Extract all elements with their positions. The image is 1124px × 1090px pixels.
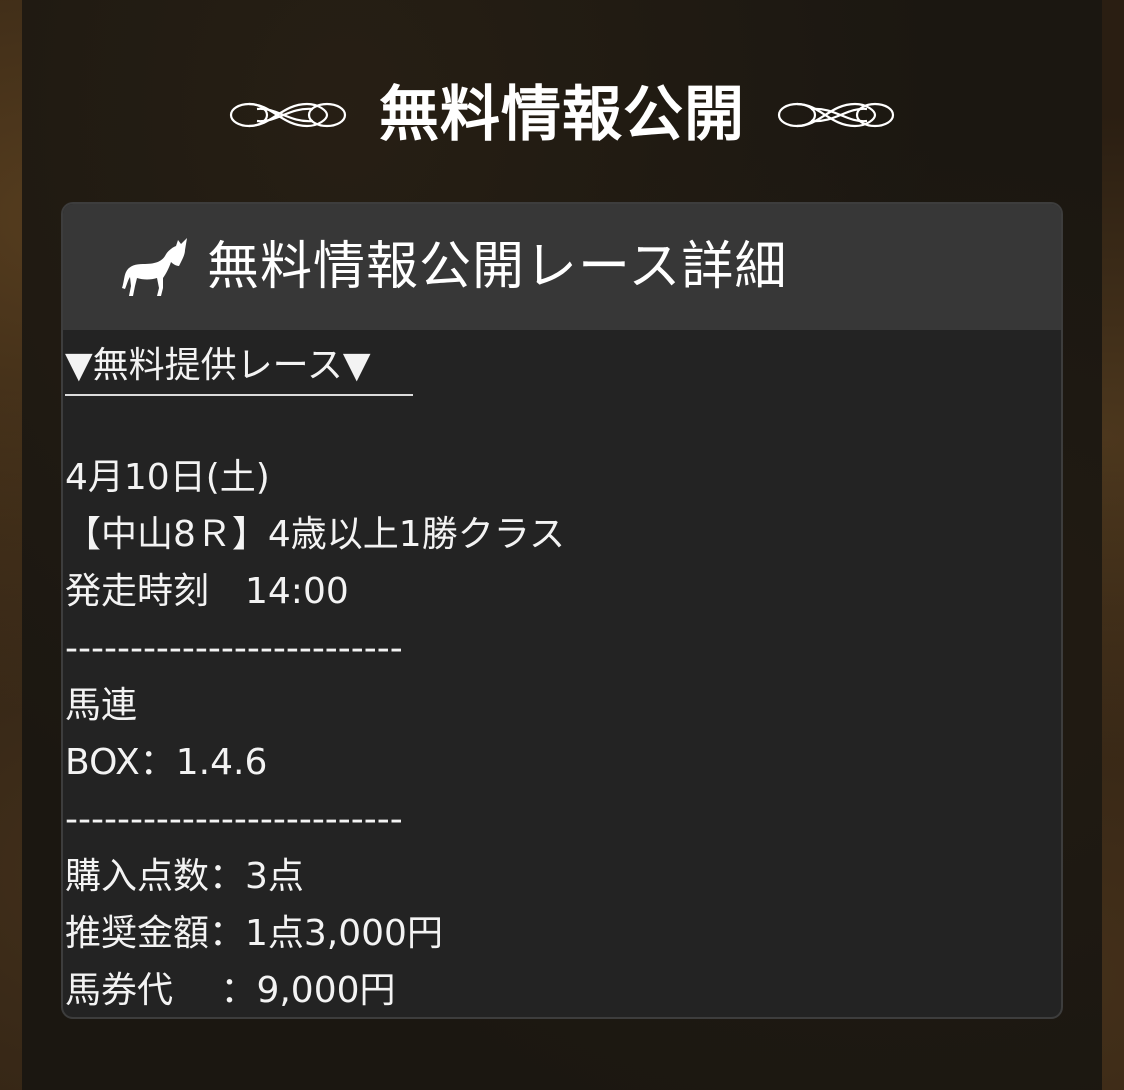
- purchase-points: 購入点数：3点: [65, 856, 304, 897]
- separator-line: --------------------------: [65, 628, 403, 669]
- card-header: 無料情報公開レース詳細: [63, 204, 1061, 330]
- free-race-heading: ▼無料提供レース▼: [65, 338, 413, 396]
- bet-type: 馬連: [65, 685, 138, 726]
- race-date: 4月10日(土): [65, 457, 270, 498]
- left-ornament-icon: [229, 102, 347, 128]
- ticket-cost: 馬券代 ：9,000円: [65, 970, 396, 1011]
- recommended-amount: 推奨金額：1点3,000円: [65, 913, 443, 954]
- box-selection: BOX：1.4.6: [65, 742, 268, 783]
- race-detail-card: 無料情報公開レース詳細 ▼無料提供レース▼ 4月10日(土) 【中山8Ｒ】4歳以…: [61, 202, 1063, 1019]
- card-body: ▼無料提供レース▼ 4月10日(土) 【中山8Ｒ】4歳以上1勝クラス 発走時刻 …: [63, 330, 1061, 1017]
- race-name: 【中山8Ｒ】4歳以上1勝クラス: [65, 514, 565, 555]
- right-ornament-icon: [777, 102, 895, 128]
- section-heading-title: 無料情報公開: [379, 80, 745, 150]
- section-heading: 無料情報公開: [0, 70, 1124, 160]
- separator-line: --------------------------: [65, 799, 403, 840]
- start-time: 発走時刻 14:00: [65, 571, 349, 612]
- horse-icon: [122, 238, 187, 296]
- card-title: 無料情報公開レース詳細: [207, 237, 788, 297]
